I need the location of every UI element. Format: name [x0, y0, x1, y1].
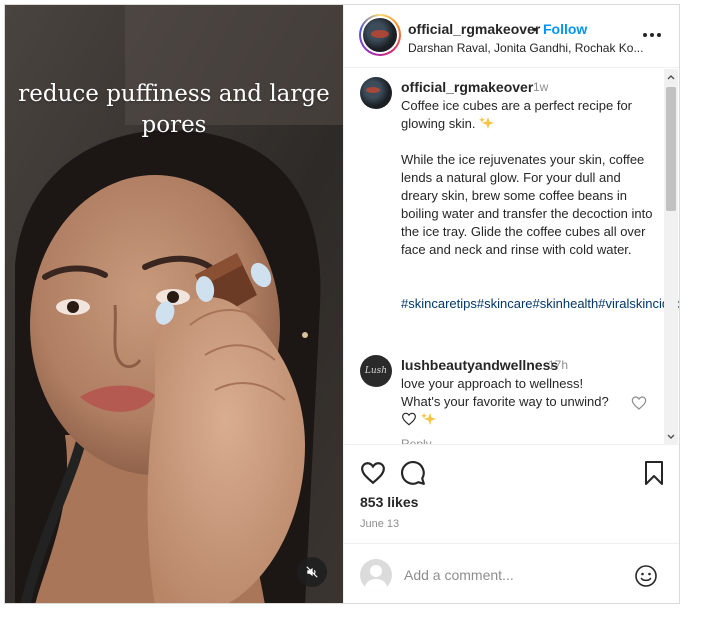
- more-options-button[interactable]: [640, 25, 664, 45]
- account-username[interactable]: official_rgmakeover: [408, 21, 540, 37]
- commenter-username[interactable]: lushbeautyandwellness: [401, 357, 558, 373]
- caption-avatar[interactable]: [360, 77, 392, 109]
- caption-first-line: Coffee ice cubes are a perfect recipe fo…: [401, 97, 659, 133]
- caption-body: While the ice rejuvenates your skin, cof…: [401, 152, 653, 257]
- account-avatar[interactable]: [359, 14, 401, 56]
- post-video[interactable]: reduce puffiness and large pores: [5, 5, 343, 603]
- caption-username[interactable]: official_rgmakeover: [401, 79, 533, 95]
- caption-timestamp[interactable]: 1w: [533, 80, 548, 94]
- commenter-avatar[interactable]: Lush: [360, 355, 392, 387]
- muted-speaker-icon: [306, 566, 318, 578]
- caption-intro: Coffee ice cubes are a perfect recipe fo…: [401, 98, 632, 131]
- emoji-icon[interactable]: [634, 564, 658, 588]
- likes-count[interactable]: 853 likes: [360, 494, 418, 510]
- post-details-panel: official_rgmakeover • Follow Darshan Rav…: [343, 5, 679, 603]
- scrollbar-thumb[interactable]: [666, 87, 676, 211]
- comments-section[interactable]: official_rgmakeover 1w Coffee ice cubes …: [344, 69, 679, 445]
- caption-hashtags[interactable]: #skincaretips#skincare#skinhealth#virals…: [401, 295, 679, 313]
- scroll-down-arrow[interactable]: [664, 431, 678, 443]
- follow-button[interactable]: Follow: [543, 21, 587, 37]
- more-options-icon: [643, 33, 661, 37]
- instagram-post-embed: reduce puffiness and large pores officia…: [4, 4, 680, 604]
- audio-collaborators[interactable]: Darshan Raval, Jonita Gandhi, Rochak Ko.…: [408, 41, 643, 55]
- heart-icon[interactable]: [360, 460, 386, 486]
- white-heart-emoji: [402, 412, 416, 426]
- add-comment-bar: [344, 543, 679, 603]
- chevron-up-icon: [667, 75, 675, 80]
- comment-timestamp[interactable]: 17h: [548, 358, 568, 372]
- comment-icon[interactable]: [400, 460, 426, 486]
- comment-input[interactable]: [404, 564, 614, 586]
- current-user-avatar: [360, 559, 392, 591]
- sparkles-emoji: [420, 413, 436, 425]
- reply-link[interactable]: Reply: [401, 437, 432, 444]
- video-caption-overlay: reduce puffiness and large pores: [18, 81, 330, 138]
- comment-text: love your approach to wellness! What's y…: [401, 375, 621, 429]
- comment-body: love your approach to wellness! What's y…: [401, 376, 609, 409]
- post-header: official_rgmakeover • Follow Darshan Rav…: [344, 5, 679, 68]
- bookmark-icon[interactable]: [642, 460, 666, 486]
- scroll-up-arrow[interactable]: [664, 71, 678, 83]
- like-comment-heart-icon[interactable]: [631, 395, 647, 411]
- commenter-avatar-logo: Lush: [364, 366, 388, 376]
- comments-scrollbar[interactable]: [664, 69, 678, 445]
- post-date[interactable]: June 13: [360, 518, 399, 530]
- separator-dot: •: [532, 21, 537, 37]
- sparkles-emoji: [479, 117, 495, 129]
- chevron-down-icon: [667, 434, 675, 439]
- post-actions: 853 likes June 13: [344, 446, 679, 536]
- mute-toggle-button[interactable]: [297, 557, 327, 587]
